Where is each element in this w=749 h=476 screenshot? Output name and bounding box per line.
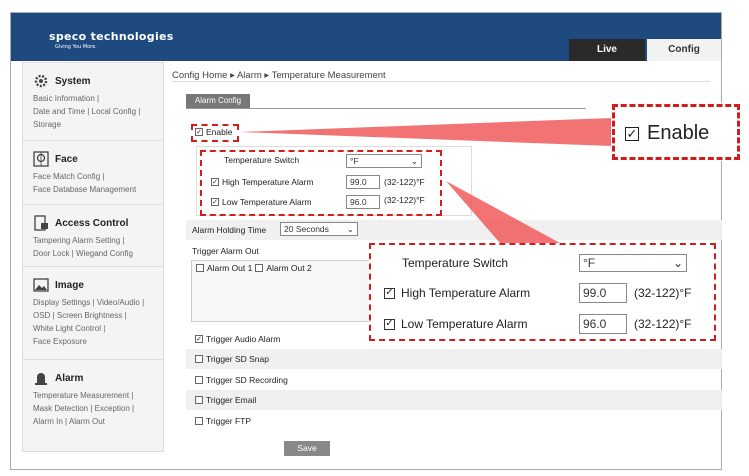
enable-callout: ✓ Enable (612, 104, 740, 160)
temp-callout-low-input: 96.0 (579, 314, 627, 334)
temp-callout-high-label: High Temperature Alarm (401, 286, 531, 300)
temp-callout-low-range: (32-122)°F (634, 317, 692, 331)
temp-callout: Temperature Switch °F ⌄ ✓ High Temperatu… (369, 243, 716, 341)
temp-callout-switch-label: Temperature Switch (402, 256, 509, 270)
chevron-down-icon: ⌄ (672, 256, 683, 270)
enable-callout-label: Enable (647, 122, 710, 144)
temp-callout-high-range: (32-122)°F (634, 286, 692, 300)
temp-callout-switch-select: °F ⌄ (579, 254, 687, 272)
temp-callout-switch-value: °F (583, 256, 596, 270)
temp-callout-high-checkbox: ✓ (384, 287, 395, 299)
callout-pointers (240, 118, 612, 243)
temp-callout-low-label: Low Temperature Alarm (401, 317, 528, 331)
enable-callout-checkbox: ✓ (625, 126, 639, 141)
temp-callout-high-input: 99.0 (579, 283, 627, 303)
temp-callout-low-checkbox: ✓ (384, 318, 395, 330)
